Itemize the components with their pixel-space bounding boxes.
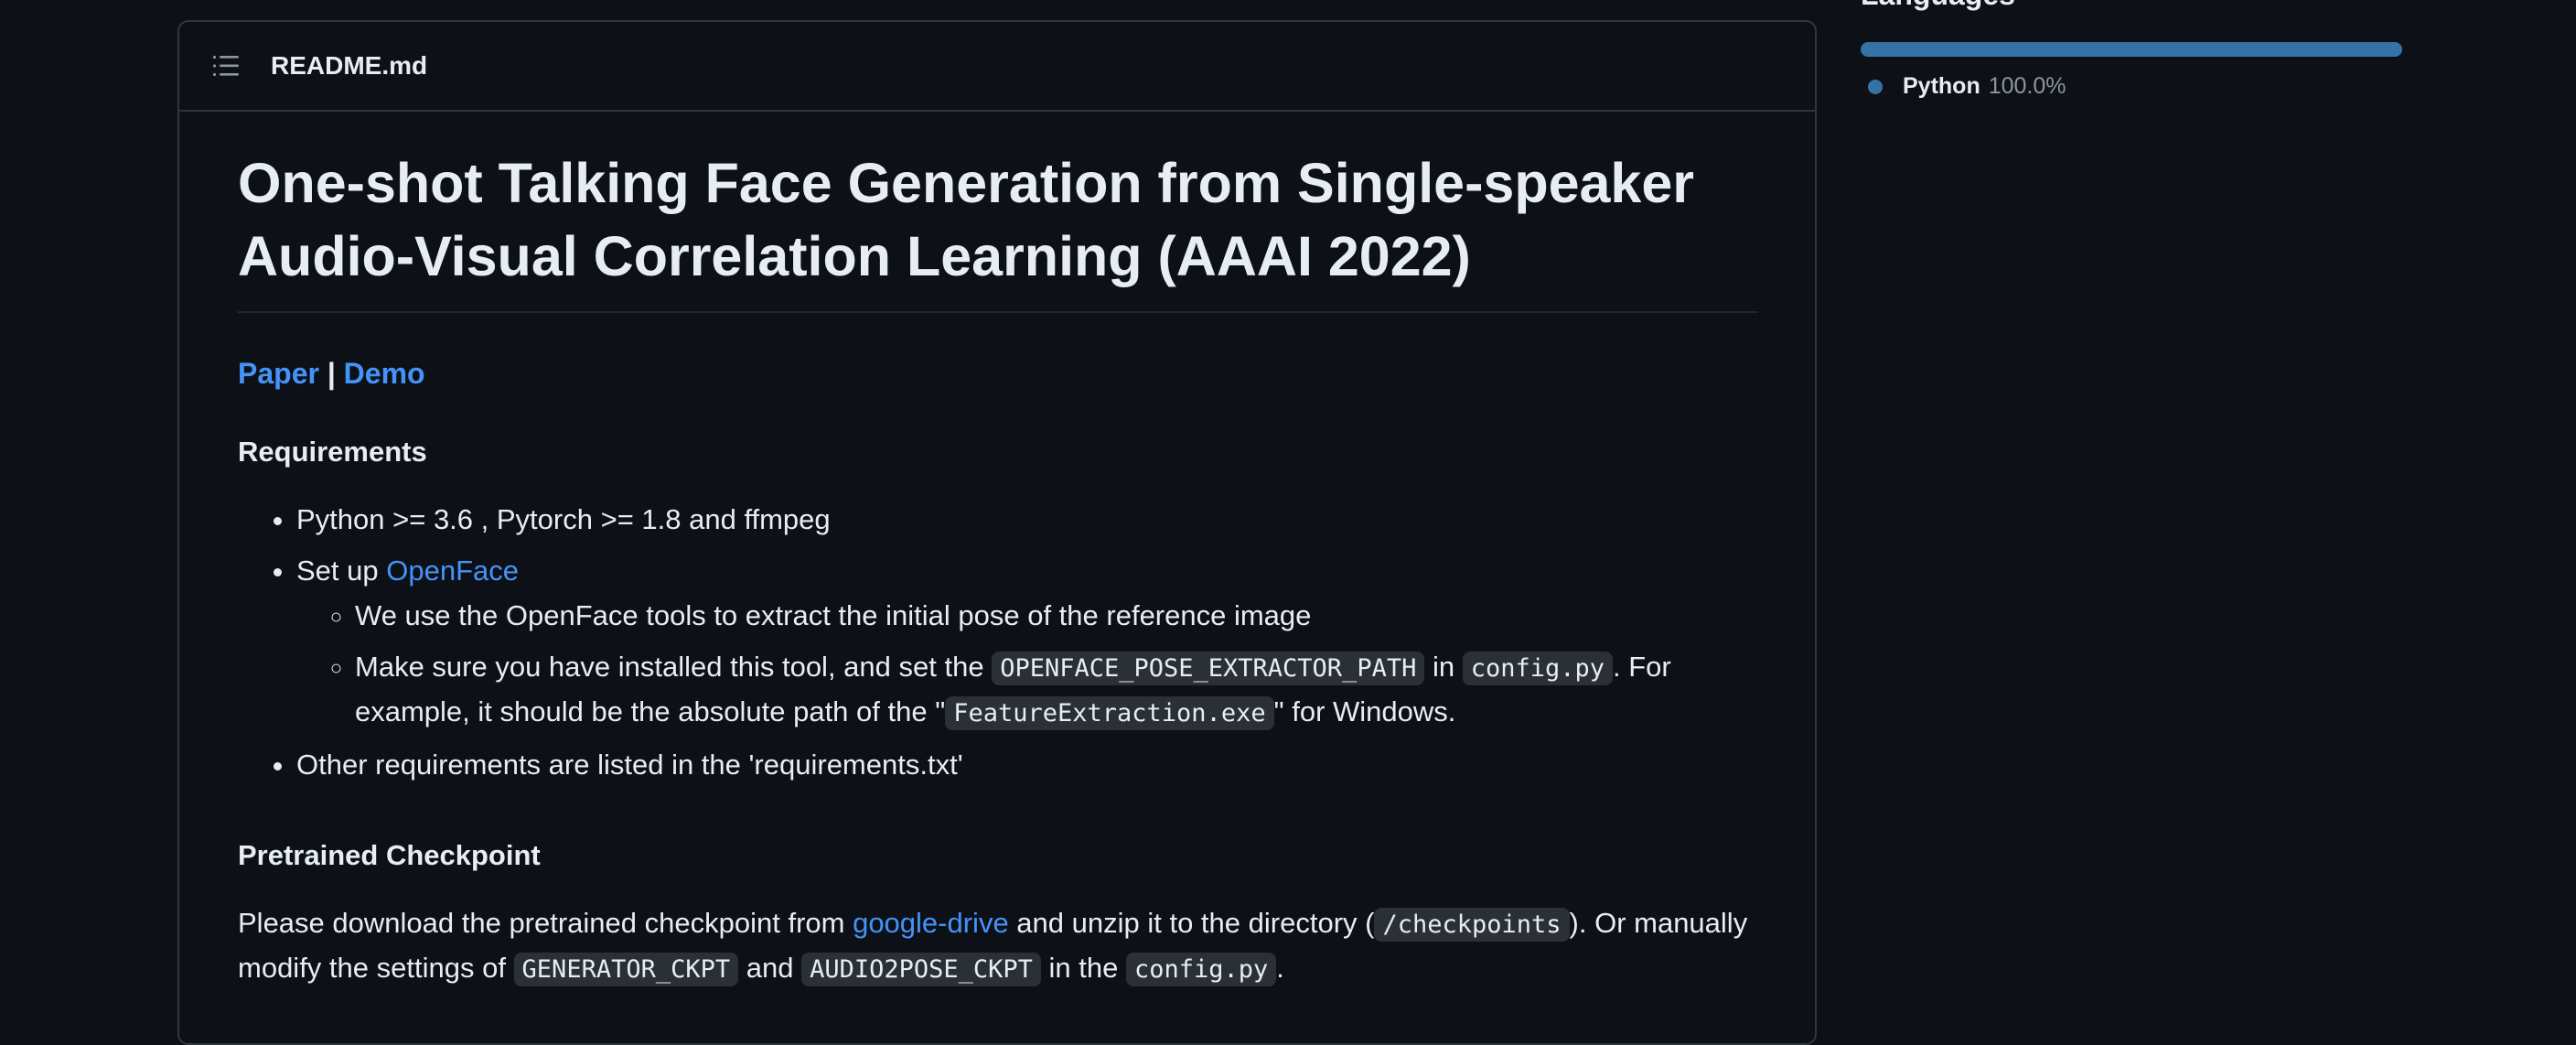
text-span: and unzip it to the directory ( <box>1008 907 1375 939</box>
requirements-heading: Requirements <box>238 436 427 468</box>
openface-note: We use the OpenFace tools to extract the… <box>355 599 1312 631</box>
inline-code: config.py <box>1125 953 1277 986</box>
requirement-other: Other requirements are listed in the 're… <box>296 749 963 781</box>
language-dot-icon <box>1868 79 1883 94</box>
language-item-python[interactable]: Python 100.0% <box>1868 73 2066 100</box>
readme-header: README.md <box>179 22 1815 112</box>
inline-code: FeatureExtraction.exe <box>945 696 1274 730</box>
links-separator: | <box>327 357 336 390</box>
language-percent: 100.0% <box>1988 73 2066 99</box>
list-item: Make sure you have installed this tool, … <box>355 645 1782 735</box>
readme-filename[interactable]: README.md <box>271 51 427 81</box>
checkpoint-heading: Pretrained Checkpoint <box>238 839 541 871</box>
paper-demo-links: Paper | Demo <box>238 353 1756 393</box>
checkpoint-paragraph: Please download the pretrained checkpoin… <box>238 901 1775 991</box>
inline-code: GENERATOR_CKPT <box>513 953 739 986</box>
text-span: in <box>1424 651 1463 683</box>
list-item: Python >= 3.6 , Pytorch >= 1.8 and ffmpe… <box>296 498 1756 541</box>
text-span: . <box>1276 952 1284 984</box>
text-span: in the <box>1040 952 1126 984</box>
language-bar <box>1861 42 2402 57</box>
requirement-openface-prefix: Set up <box>296 555 387 587</box>
list-item: Set up OpenFace We use the OpenFace tool… <box>296 549 1756 735</box>
inline-code: AUDIO2POSE_CKPT <box>801 953 1041 986</box>
requirements-list: Python >= 3.6 , Pytorch >= 1.8 and ffmpe… <box>238 498 1756 786</box>
google-drive-link[interactable]: google-drive <box>853 907 1009 939</box>
openface-sublist: We use the OpenFace tools to extract the… <box>296 594 1756 735</box>
list-icon[interactable] <box>212 52 240 80</box>
list-item: We use the OpenFace tools to extract the… <box>355 594 1782 637</box>
inline-code: OPENFACE_POSE_EXTRACTOR_PATH <box>992 652 1425 685</box>
text-span: Make sure you have installed this tool, … <box>355 651 993 683</box>
readme-title: One-shot Talking Face Generation from Si… <box>238 146 1758 313</box>
paper-link[interactable]: Paper <box>238 357 319 390</box>
text-span: " for Windows. <box>1273 695 1456 727</box>
inline-code: /checkpoints <box>1374 908 1570 942</box>
requirement-python: Python >= 3.6 , Pytorch >= 1.8 and ffmpe… <box>296 503 831 535</box>
text-span: Please download the pretrained checkpoin… <box>238 907 853 939</box>
demo-link[interactable]: Demo <box>344 357 425 390</box>
list-item: Other requirements are listed in the 're… <box>296 743 1756 786</box>
language-name: Python <box>1903 73 1980 99</box>
readme-panel: README.md One-shot Talking Face Generati… <box>177 20 1817 1045</box>
text-span: and <box>738 952 802 984</box>
readme-content: One-shot Talking Face Generation from Si… <box>179 146 1815 991</box>
languages-heading: Languages <box>1861 0 2015 12</box>
openface-link[interactable]: OpenFace <box>386 555 519 587</box>
inline-code: config.py <box>1462 652 1614 685</box>
